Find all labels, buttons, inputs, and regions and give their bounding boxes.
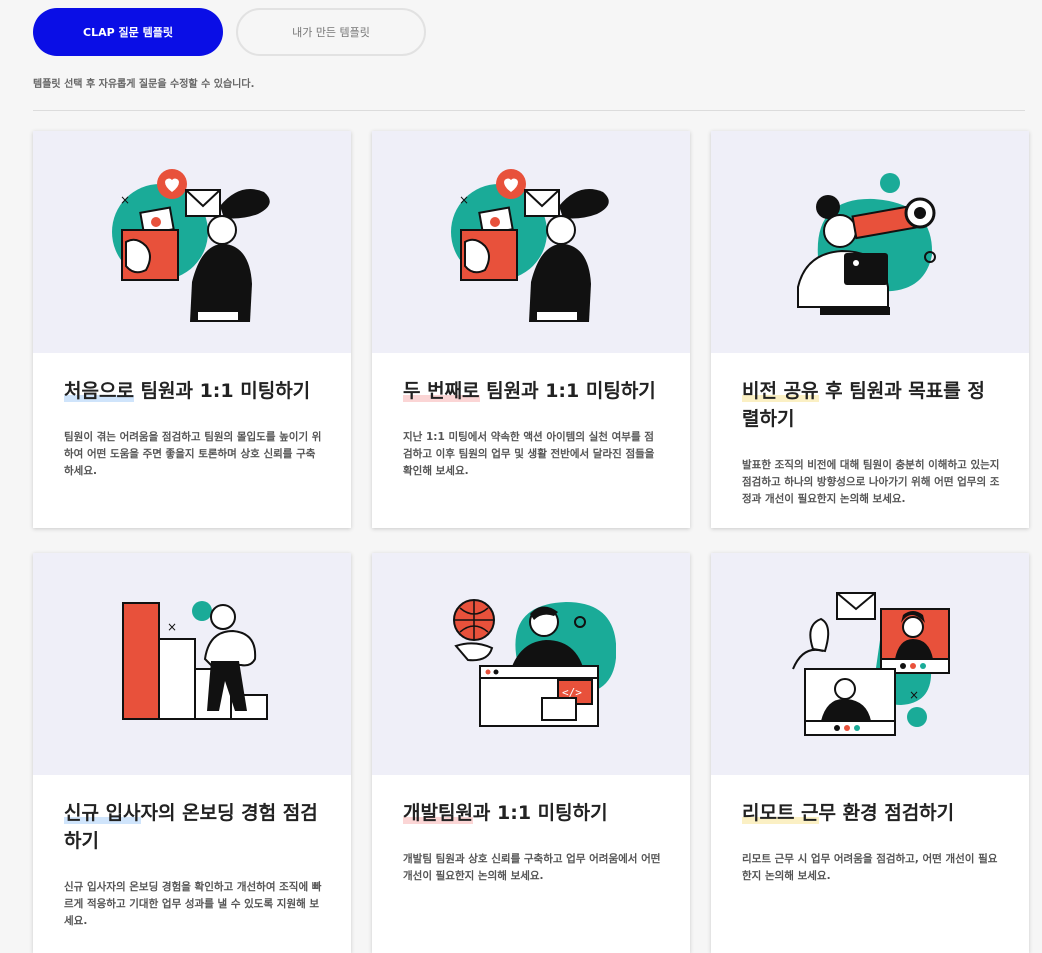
card-title: 비전 공유 후 팀원과 목표를 정렬하기 [742,380,985,430]
template-card[interactable]: × 신규 입사자의 온보딩 경험 점검하기 신규 입사자의 온보딩 경험을 확인… [33,553,351,953]
svg-text:×: × [167,620,177,634]
divider [33,110,1025,111]
tab-clap-templates[interactable]: CLAP 질문 템플릿 [33,8,223,56]
card-description: 신규 입사자의 온보딩 경험을 확인하고 개선하여 조직에 빠르게 적응하고 기… [64,881,322,927]
developer-globe-icon: </> [453,599,616,727]
card-description: 리모트 근무 시 업무 어려움을 점검하고, 어떤 개선이 필요한지 논의해 보… [742,853,998,882]
template-card[interactable]: × 처음으로 팀원과 1:1 미팅하기 팀원이 겪는 어려움을 점검하고 팀원의… [33,131,351,528]
card-illustration [711,131,1029,353]
telescope-person-icon [797,173,936,315]
card-illustration: × [372,131,690,353]
mail-heart-person-icon: × [112,169,270,322]
card-title: 리모트 근무 환경 점검하기 [742,802,955,824]
stairs-person-icon: × [122,601,268,720]
card-description: 팀원이 겪는 어려움을 점검하고 팀원의 몰입도를 높이기 위하여 어떤 도움을… [64,431,322,477]
tab-my-templates[interactable]: 내가 만든 템플릿 [236,8,426,56]
remote-video-call-icon: × [792,592,950,736]
template-tabs: CLAP 질문 템플릿 내가 만든 템플릿 [33,8,426,56]
card-illustration: </> [372,553,690,775]
card-description: 개발팀 팀원과 상호 신뢰를 구축하고 업무 어려움에서 어떤 개선이 필요한지… [403,853,661,882]
card-title: 두 번째로 팀원과 1:1 미팅하기 [403,380,656,402]
svg-text:×: × [909,688,919,702]
card-title: 개발팀원과 1:1 미팅하기 [403,802,608,824]
card-description: 발표한 조직의 비전에 대해 팀원이 충분히 이해하고 있는지 점검하고 하나의… [742,459,1000,505]
template-card[interactable]: </> 개발팀원과 1:1 미팅하기 개발팀 팀원과 상호 신뢰를 구축하고 업… [372,553,690,953]
template-hint: 템플릿 선택 후 자유롭게 질문을 수정할 수 있습니다. [33,79,255,90]
template-card[interactable]: 비전 공유 후 팀원과 목표를 정렬하기 발표한 조직의 비전에 대해 팀원이 … [711,131,1029,528]
card-illustration: × [33,553,351,775]
svg-text:×: × [120,193,130,207]
mail-heart-person-icon: × [451,169,609,322]
svg-text:×: × [459,193,469,207]
template-card[interactable]: × 두 번째로 팀원과 1:1 미팅하기 지난 1:1 미팅에서 약속한 액션 … [372,131,690,528]
card-title: 처음으로 팀원과 1:1 미팅하기 [64,380,311,402]
card-illustration: × [711,553,1029,775]
card-title: 신규 입사자의 온보딩 경험 점검하기 [64,802,318,852]
card-description: 지난 1:1 미팅에서 약속한 액션 아이템의 실천 여부를 점검하고 이후 팀… [403,431,655,477]
template-card[interactable]: × 리모트 근무 환경 점검하기 리모트 근무 시 업무 어려움을 점검하고, … [711,553,1029,953]
card-illustration: × [33,131,351,353]
